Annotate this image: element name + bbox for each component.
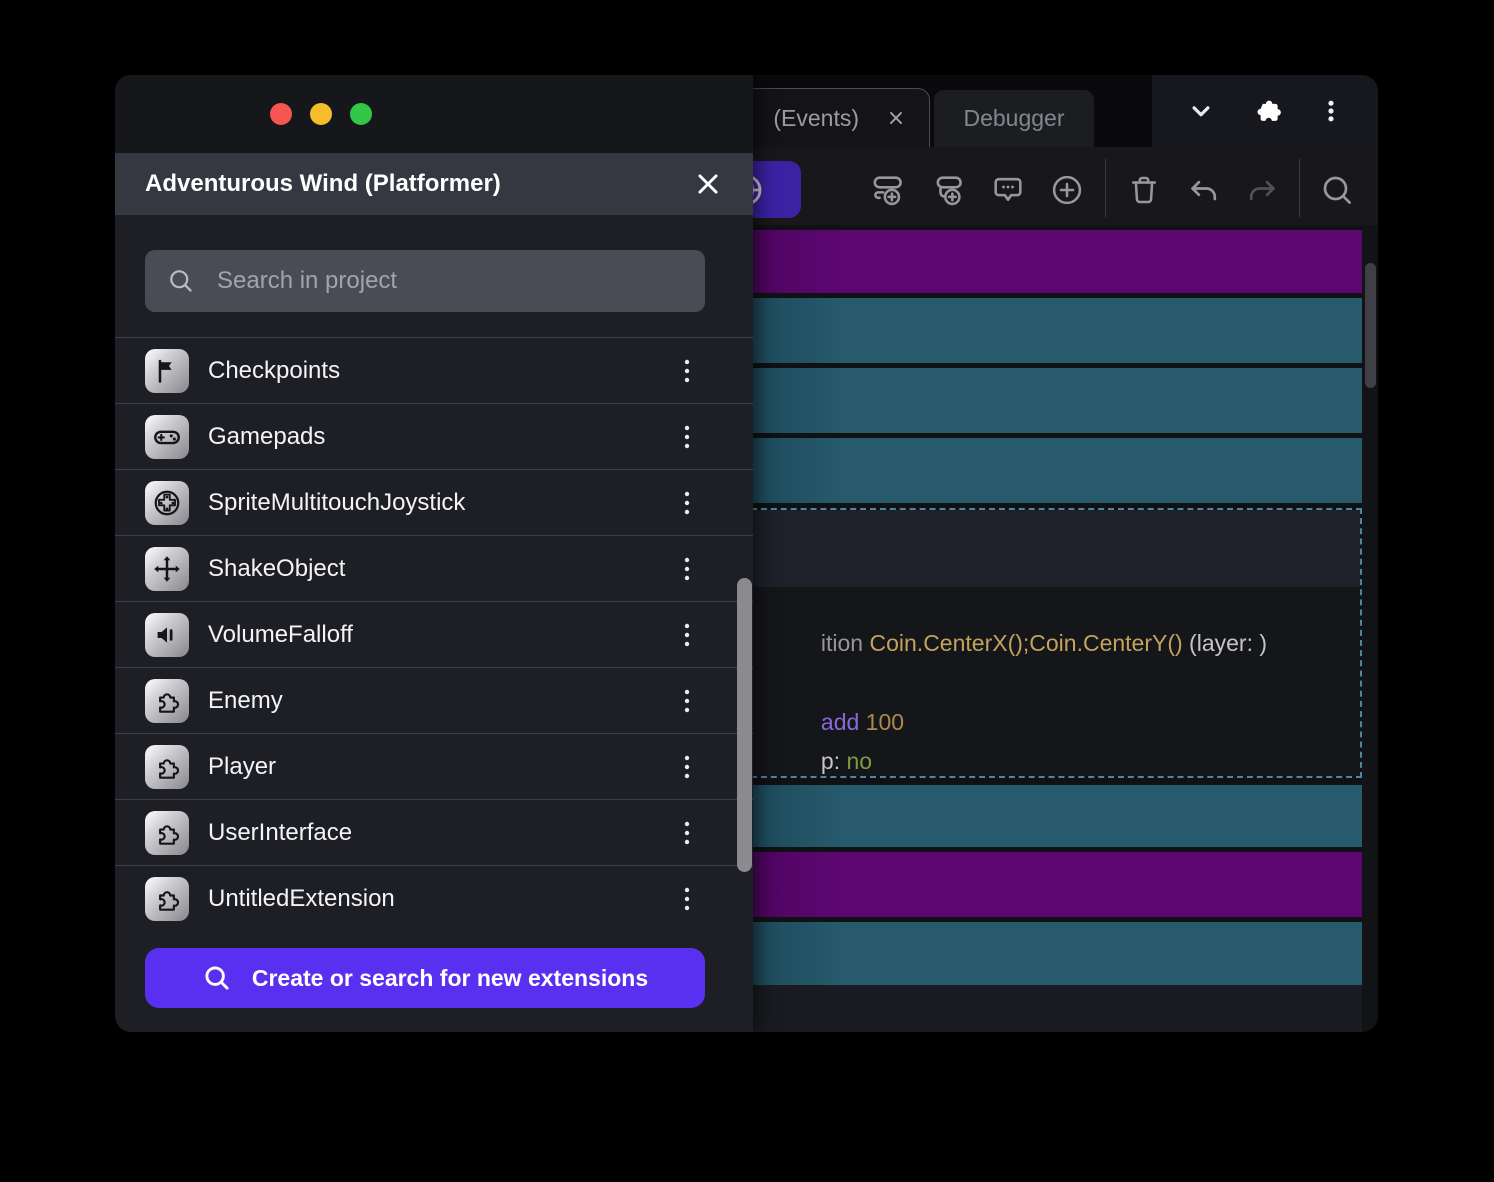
- puzzle-icon: [145, 679, 189, 723]
- comment-bubble-icon: [990, 172, 1026, 208]
- list-item-player[interactable]: Player: [115, 733, 753, 799]
- item-kebab-icon[interactable]: [679, 688, 695, 714]
- chevron-down-icon[interactable]: [1186, 96, 1216, 126]
- tab-events-label: (Events): [773, 105, 859, 132]
- add-event-button[interactable]: [870, 172, 906, 208]
- list-item-label: Checkpoints: [208, 357, 705, 385]
- add-subevent-icon: [930, 172, 966, 208]
- trash-icon: [1126, 172, 1162, 208]
- events-scrollbar-thumb[interactable]: [1365, 263, 1376, 388]
- panel-scrollbar-thumb[interactable]: [737, 578, 752, 872]
- search-input[interactable]: [215, 266, 683, 296]
- joystick-icon: [145, 481, 189, 525]
- item-kebab-icon[interactable]: [679, 424, 695, 450]
- tab-debugger-label: Debugger: [963, 105, 1064, 132]
- item-kebab-icon[interactable]: [679, 622, 695, 648]
- add-other-button[interactable]: [1049, 172, 1085, 208]
- puzzle-icon: [145, 877, 189, 921]
- item-kebab-icon[interactable]: [679, 358, 695, 384]
- panel-title: Adventurous Wind (Platformer): [145, 170, 501, 198]
- item-kebab-icon[interactable]: [679, 754, 695, 780]
- extensions-puzzle-icon[interactable]: [1250, 94, 1284, 128]
- list-item-volume-falloff[interactable]: VolumeFalloff: [115, 601, 753, 667]
- move-arrows-icon: [145, 547, 189, 591]
- redo-icon: [1244, 172, 1280, 208]
- traffic-light-close[interactable]: [270, 103, 292, 125]
- traffic-light-minimize[interactable]: [310, 103, 332, 125]
- action-line-position[interactable]: ition Coin.CenterX();Coin.CenterY() (lay…: [757, 603, 1267, 684]
- search-icon: [202, 963, 232, 993]
- redo-button[interactable]: [1244, 172, 1280, 208]
- item-kebab-icon[interactable]: [679, 556, 695, 582]
- search-icon: [1319, 172, 1355, 208]
- create-extension-label: Create or search for new extensions: [252, 965, 648, 992]
- search-events-button[interactable]: [1319, 172, 1355, 208]
- list-item-label: Player: [208, 753, 705, 781]
- add-comment-button[interactable]: [990, 172, 1026, 208]
- list-item-shake-object[interactable]: ShakeObject: [115, 535, 753, 601]
- event-row-selected[interactable]: ition Coin.CenterX();Coin.CenterY() (lay…: [751, 508, 1362, 778]
- list-item-label: SpriteMultitouchJoystick: [208, 489, 705, 517]
- list-item-label: VolumeFalloff: [208, 621, 705, 649]
- close-icon[interactable]: [693, 169, 723, 199]
- speaker-icon: [145, 613, 189, 657]
- event-row[interactable]: [753, 368, 1362, 433]
- list-item-label: UntitledExtension: [208, 885, 705, 913]
- toolbar-divider: [1299, 159, 1300, 217]
- event-row[interactable]: [753, 230, 1362, 293]
- event-actions-area[interactable]: ition Coin.CenterX();Coin.CenterY() (lay…: [753, 587, 1360, 776]
- event-row[interactable]: [753, 298, 1362, 363]
- item-kebab-icon[interactable]: [679, 490, 695, 516]
- project-manager-panel: Adventurous Wind (Platformer) Checkpoint…: [115, 75, 753, 1032]
- event-row[interactable]: [753, 785, 1362, 847]
- add-event-icon: [870, 172, 906, 208]
- panel-titlebar: [115, 75, 753, 153]
- project-search-box[interactable]: [145, 250, 705, 312]
- window-controls: [1152, 75, 1378, 147]
- app-window: (Events) Debugger: [115, 75, 1378, 1032]
- list-item-untitled-extension[interactable]: UntitledExtension: [115, 865, 753, 931]
- flag-icon: [145, 349, 189, 393]
- puzzle-icon: [145, 745, 189, 789]
- circle-plus-icon: [1049, 172, 1085, 208]
- traffic-light-zoom[interactable]: [350, 103, 372, 125]
- list-item-label: UserInterface: [208, 819, 705, 847]
- tab-debugger[interactable]: Debugger: [934, 90, 1094, 147]
- list-item-gamepads[interactable]: Gamepads: [115, 403, 753, 469]
- add-subevent-button[interactable]: [930, 172, 966, 208]
- event-row[interactable]: [753, 852, 1362, 917]
- screen: (Events) Debugger: [0, 0, 1494, 1182]
- gamepad-icon: [145, 415, 189, 459]
- list-item-user-interface[interactable]: UserInterface: [115, 799, 753, 865]
- item-kebab-icon[interactable]: [679, 886, 695, 912]
- event-conditions-area[interactable]: [753, 510, 1360, 587]
- delete-button[interactable]: [1126, 172, 1162, 208]
- tab-close-icon[interactable]: [885, 107, 907, 129]
- list-item-sprite-multitouch-joystick[interactable]: SpriteMultitouchJoystick: [115, 469, 753, 535]
- panel-header: Adventurous Wind (Platformer): [115, 153, 753, 215]
- create-extension-button[interactable]: Create or search for new extensions: [145, 948, 705, 1008]
- undo-button[interactable]: [1186, 172, 1222, 208]
- search-icon: [167, 267, 195, 295]
- kebab-menu-icon[interactable]: [1318, 98, 1344, 124]
- undo-icon: [1186, 172, 1222, 208]
- list-item-label: ShakeObject: [208, 555, 705, 583]
- puzzle-icon: [145, 811, 189, 855]
- events-sheet-footer: [753, 985, 1362, 1032]
- list-item-checkpoints[interactable]: Checkpoints: [115, 337, 753, 403]
- list-item-enemy[interactable]: Enemy: [115, 667, 753, 733]
- list-item-label: Gamepads: [208, 423, 705, 451]
- event-row[interactable]: [753, 922, 1362, 985]
- event-row[interactable]: [753, 438, 1362, 503]
- item-kebab-icon[interactable]: [679, 820, 695, 846]
- toolbar-divider: [1105, 159, 1106, 217]
- list-item-label: Enemy: [208, 687, 705, 715]
